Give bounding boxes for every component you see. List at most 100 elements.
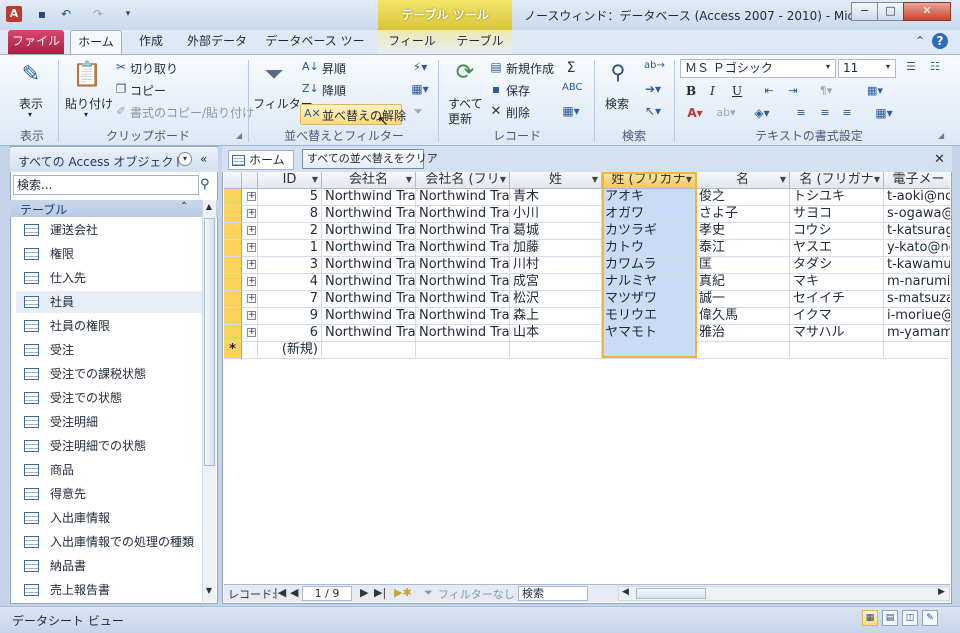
last-record-icon[interactable]: ▶| xyxy=(374,586,386,599)
descending-button[interactable]: 降順 xyxy=(322,82,346,99)
column-dropdown-icon[interactable]: ▼ xyxy=(874,172,880,188)
font-size-dropdown-icon[interactable]: ▾ xyxy=(886,62,890,71)
indent-increase-icon[interactable]: ⇥ xyxy=(786,84,800,97)
table-cell[interactable]: Northwind Tra xyxy=(416,206,510,223)
table-cell[interactable]: 3 xyxy=(258,257,322,274)
horizontal-scroll-thumb[interactable] xyxy=(636,588,706,599)
format-painter-button[interactable]: 書式のコピー/貼り付け xyxy=(130,104,254,121)
nav-item[interactable]: 運送会社 xyxy=(16,219,202,241)
table-cell[interactable] xyxy=(322,342,416,359)
collapse-ribbon-icon[interactable]: ⌃ xyxy=(912,33,928,49)
copy-button[interactable]: コピー xyxy=(130,82,166,99)
collapse-group-icon[interactable]: ⌃ xyxy=(180,201,188,212)
table-cell[interactable]: s-ogawa@ xyxy=(884,206,950,223)
column-dropdown-icon[interactable]: ▼ xyxy=(686,172,692,188)
nav-search-input[interactable]: 検索... xyxy=(13,175,199,195)
table-cell[interactable]: 山本 xyxy=(510,325,602,342)
table-cell[interactable]: カツラギ xyxy=(602,223,696,240)
highlight-icon[interactable]: ab▾ xyxy=(714,106,738,119)
expand-cell[interactable]: + xyxy=(242,257,258,274)
customize-quick-access-icon[interactable]: ▾ xyxy=(120,6,136,22)
close-document-icon[interactable]: ✕ xyxy=(934,152,945,167)
shutter-bar-close-icon[interactable]: « xyxy=(200,152,207,166)
table-cell[interactable]: Northwind Tra xyxy=(322,274,416,291)
nav-item[interactable]: 受注 xyxy=(16,339,202,361)
table-cell[interactable]: ナルミヤ xyxy=(602,274,696,291)
table-cell[interactable]: 小川 xyxy=(510,206,602,223)
nav-item[interactable]: 受注での課税状態 xyxy=(16,363,202,385)
nav-item[interactable]: 商品 xyxy=(16,459,202,481)
redo-icon[interactable]: ↷ xyxy=(90,6,106,22)
cut-button[interactable]: 切り取り xyxy=(130,60,178,77)
column-header[interactable]: 姓 (フリガナ ▼ xyxy=(602,172,696,189)
table-cell[interactable]: Northwind Tra xyxy=(416,240,510,257)
indent-decrease-icon[interactable]: ⇤ xyxy=(762,84,776,97)
table-cell[interactable]: i-moriue@ xyxy=(884,308,950,325)
table-cell[interactable]: 真紀 xyxy=(696,274,790,291)
nav-scroll-thumb[interactable] xyxy=(204,218,215,466)
help-icon[interactable]: ? xyxy=(932,33,948,49)
table-cell[interactable]: Northwind Tra xyxy=(322,291,416,308)
goto-icon[interactable]: ➔▾ xyxy=(644,82,662,96)
table-cell[interactable]: s-matsuza xyxy=(884,291,950,308)
table-cell[interactable]: 葛城 xyxy=(510,223,602,240)
column-header[interactable]: 姓 ▼ xyxy=(510,172,602,189)
prev-record-icon[interactable]: ◀ xyxy=(290,586,298,599)
record-selector[interactable] xyxy=(224,274,242,291)
table-cell[interactable] xyxy=(790,342,884,359)
record-selector[interactable] xyxy=(224,325,242,342)
table-cell[interactable] xyxy=(416,342,510,359)
tab-database-tools[interactable]: データベース ツール xyxy=(262,30,368,70)
find-button[interactable]: 検索 xyxy=(605,95,629,112)
record-selector[interactable] xyxy=(224,189,242,206)
table-row[interactable]: +5 Northwind Tra Northwind Tra 青木 アオキ 俊之 トシユキ t… xyxy=(224,189,950,206)
table-cell[interactable]: 青木 xyxy=(510,189,602,206)
table-cell[interactable]: 森上 xyxy=(510,308,602,325)
table-row[interactable]: +2 Northwind Tra Northwind Tra 葛城 カツラギ 孝史 コウシ t… xyxy=(224,223,950,240)
record-selector[interactable] xyxy=(224,257,242,274)
align-left-icon[interactable]: ≡ xyxy=(794,106,808,119)
record-selector[interactable] xyxy=(224,223,242,240)
table-cell[interactable]: m-narumiy xyxy=(884,274,950,291)
new-blank-record-icon[interactable]: ▶✱ xyxy=(394,586,412,599)
table-cell[interactable]: Northwind Tra xyxy=(322,240,416,257)
nav-scroll-down-icon[interactable]: ▼ xyxy=(203,586,215,598)
clear-sort-button[interactable]: 並べ替えの解除 xyxy=(322,107,406,124)
expand-plus-icon[interactable]: + xyxy=(247,209,256,218)
nav-item[interactable]: 受注での状態 xyxy=(16,387,202,409)
expand-plus-icon[interactable]: + xyxy=(247,243,256,252)
table-cell[interactable] xyxy=(510,342,602,359)
expand-cell[interactable]: + xyxy=(242,189,258,206)
paste-dropdown-icon[interactable]: ▾ xyxy=(84,110,88,119)
table-cell[interactable]: 9 xyxy=(258,308,322,325)
new-record-button[interactable]: 新規作成 xyxy=(506,60,554,77)
table-row[interactable]: +3 Northwind Tra Northwind Tra 川村 カワムラ匡タダシ t-… xyxy=(224,257,950,274)
table-cell[interactable]: 泰江 xyxy=(696,240,790,257)
new-record-row[interactable]: * (新規) xyxy=(224,342,950,359)
align-center-icon[interactable]: ≡ xyxy=(818,106,832,119)
totals-icon[interactable]: Σ xyxy=(564,60,578,76)
nav-item[interactable]: 受注明細 xyxy=(16,411,202,433)
expand-cell[interactable]: + xyxy=(242,274,258,291)
nav-item[interactable]: 社員 xyxy=(16,291,202,313)
table-cell[interactable]: t-katsurag xyxy=(884,223,950,240)
tab-table[interactable]: テーブル xyxy=(452,30,508,54)
refresh-all-button-line2[interactable]: 更新 xyxy=(448,110,472,127)
expand-plus-icon[interactable]: + xyxy=(247,226,256,235)
tab-external-data[interactable]: 外部データ xyxy=(184,30,250,54)
fill-color-icon[interactable]: ◈▾ xyxy=(750,106,774,120)
table-cell[interactable]: 川村 xyxy=(510,257,602,274)
nav-item[interactable]: 得意先 xyxy=(16,483,202,505)
table-cell[interactable]: 雅治 xyxy=(696,325,790,342)
nav-item[interactable]: 権限 xyxy=(16,243,202,265)
font-color-icon[interactable]: A▾ xyxy=(684,106,706,120)
datasheet-view-icon[interactable]: ▦ xyxy=(862,610,878,626)
next-record-icon[interactable]: ▶ xyxy=(360,586,368,599)
column-header[interactable]: 会社名 ▼ xyxy=(322,172,416,189)
table-cell[interactable]: タダシ xyxy=(790,257,884,274)
table-cell[interactable]: カワムラ xyxy=(602,257,696,274)
nav-menu-dropdown-icon[interactable]: ▾ xyxy=(178,152,192,166)
column-dropdown-icon[interactable]: ▼ xyxy=(592,172,598,188)
rtl-icon[interactable]: ¶▾ xyxy=(816,84,836,97)
table-cell[interactable]: Northwind Tra xyxy=(322,308,416,325)
